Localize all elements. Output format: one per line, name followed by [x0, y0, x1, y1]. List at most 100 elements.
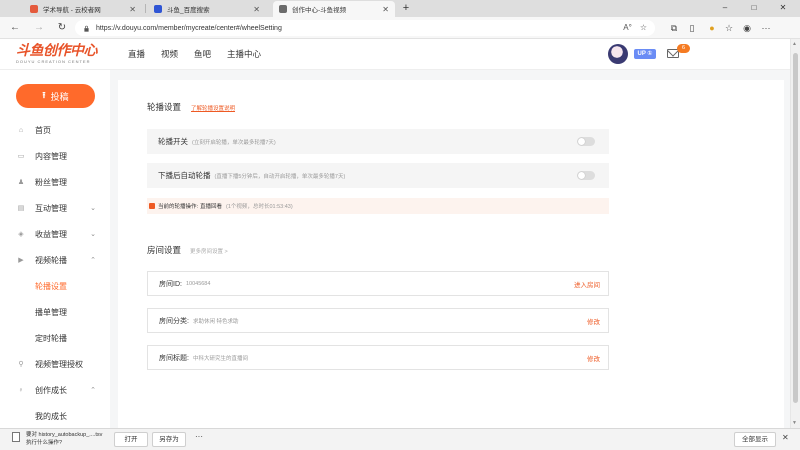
favorite-star-icon[interactable]: ☆: [640, 23, 647, 32]
edit-category-link[interactable]: 修改: [587, 316, 600, 326]
collections-icon[interactable]: ⧉: [668, 22, 680, 34]
sidebar-item[interactable]: ▤ 互动管理 ⌄: [0, 195, 110, 221]
auto-carousel-toggle[interactable]: [577, 171, 595, 180]
favorites-icon[interactable]: ☆: [723, 22, 735, 34]
sidebar-item[interactable]: ◈ 收益管理 ⌄: [0, 221, 110, 247]
browser-tab-3-active[interactable]: 创作中心-斗鱼视频 ✕: [273, 1, 395, 17]
scroll-thumb[interactable]: [793, 53, 798, 403]
sidebar-item[interactable]: ♟ 粉丝管理: [0, 169, 110, 195]
sidebar-item[interactable]: ▶ 视频轮播 ⌃: [0, 247, 110, 273]
maximize-button[interactable]: □: [744, 1, 764, 15]
show-all-downloads-button[interactable]: 全部显示: [734, 432, 776, 447]
sidebar-item-label: 互动管理: [35, 203, 67, 213]
refresh-icon[interactable]: ↻: [55, 21, 69, 35]
sidebar-item-label: 创作成长: [35, 385, 67, 395]
sidebar-item-label: 视频管理授权: [35, 359, 83, 369]
main-panel: 轮播设置 了解轮播设置说明 轮播开关 (立刻开启轮播，单次最多轮播7天) 下播后…: [118, 80, 784, 428]
carousel-switch-toggle[interactable]: [577, 137, 595, 146]
carousel-switch-label: 轮播开关: [158, 137, 188, 146]
read-aloud-icon[interactable]: A°: [623, 23, 632, 32]
tab-divider: [145, 4, 146, 13]
close-download-bar-icon[interactable]: ✕: [782, 433, 789, 442]
sidebar-item-label: 收益管理: [35, 229, 67, 239]
close-window-button[interactable]: ✕: [773, 1, 793, 15]
notice-text: 当前的轮播操作:: [158, 204, 199, 210]
tab-label: 学术导航 - 云校者网: [43, 7, 101, 14]
post-button-label: 投稿: [50, 91, 69, 102]
up-level-badge: UP ①: [634, 49, 656, 59]
tab-close-icon[interactable]: ✕: [382, 5, 389, 14]
profile-icon[interactable]: ◉: [741, 22, 753, 34]
post-button[interactable]: ⭱ 投稿: [16, 84, 95, 108]
chevron-icon[interactable]: ⌄: [90, 230, 96, 238]
sidebar-item-label: 播单管理: [35, 307, 67, 317]
back-arrow-icon[interactable]: ←: [8, 21, 22, 35]
scroll-up-arrow-icon[interactable]: ▲: [792, 41, 797, 47]
new-tab-button[interactable]: +: [399, 1, 413, 15]
logo-text: 斗鱼创作中心: [16, 42, 98, 58]
chevron-icon[interactable]: ⌃: [90, 386, 96, 394]
sidebar-item[interactable]: 定时轮播: [0, 325, 110, 351]
sidebar-item[interactable]: ⌂ 首页: [0, 117, 110, 143]
page-scrollbar[interactable]: ▲ ▼: [790, 39, 800, 428]
download-question: 执行什么操作?: [26, 440, 63, 446]
scroll-down-arrow-icon[interactable]: ▼: [792, 420, 797, 426]
browser-tab-2[interactable]: 斗鱼_百度搜索 ✕: [148, 1, 266, 17]
forward-arrow-icon[interactable]: →: [32, 21, 46, 35]
sidebar: ⭱ 投稿 ⌂ 首页 ▭ 内容管理 ♟ 粉丝管理 ▤ 互动管理 ⌄ ◈ 收益管理 ⌄ ▶ 视频轮播 ⌃ 轮播设置…: [0, 70, 110, 428]
sidebar-item-label: 定时轮播: [35, 333, 67, 343]
tab-favicon: [279, 5, 287, 13]
chevron-icon[interactable]: ⌄: [90, 204, 96, 212]
edit-title-link[interactable]: 修改: [587, 353, 600, 363]
notice-playlist-link[interactable]: 直播回看: [200, 202, 222, 210]
save-as-button[interactable]: 另存为: [152, 432, 186, 447]
carousel-switch-hint: (立刻开启轮播，单次最多轮播7天): [192, 139, 276, 146]
nav-fishbar[interactable]: 鱼吧: [194, 48, 211, 60]
extension-icon[interactable]: ●: [706, 22, 718, 34]
sidebar-item-label: 首页: [35, 125, 51, 135]
avatar[interactable]: [608, 44, 628, 64]
tab-favicon: [154, 5, 162, 13]
sidebar-item[interactable]: ⚲ 视频管理授权: [0, 351, 110, 377]
url-text: https://v.douyu.com/member/mycreate/cent…: [96, 24, 282, 32]
sidebar-item-label: 内容管理: [35, 151, 67, 161]
tab-close-icon[interactable]: ✕: [129, 5, 136, 14]
sidebar-item-label: 粉丝管理: [35, 177, 67, 187]
nav-streamer-center[interactable]: 主播中心: [227, 48, 261, 60]
browser-tab-1[interactable]: 学术导航 - 云校者网 ✕: [24, 1, 142, 17]
room-id-value: 10045684: [185, 280, 211, 287]
carousel-settings-title: 轮播设置: [147, 102, 182, 112]
sidebar-item[interactable]: 我的成长: [0, 403, 110, 428]
play-icon: [149, 203, 155, 209]
interaction-icon: ▤: [17, 205, 25, 212]
nav-live[interactable]: 直播: [128, 48, 145, 60]
sidebar-item[interactable]: ♀ 创作成长 ⌃: [0, 377, 110, 403]
split-screen-icon[interactable]: ▯: [686, 22, 698, 34]
mail-count-badge: 6: [677, 44, 690, 53]
douyu-logo[interactable]: 斗鱼创作中心 DOUYU CREATION CENTER: [16, 42, 116, 66]
sidebar-item-label: 我的成长: [35, 411, 67, 421]
download-more-icon[interactable]: ···: [195, 432, 203, 441]
auto-carousel-label: 下播后自动轮播: [158, 171, 211, 180]
nav-video[interactable]: 视频: [161, 48, 178, 60]
tab-close-icon[interactable]: ✕: [253, 5, 260, 14]
address-bar[interactable]: https://v.douyu.com/member/mycreate/cent…: [75, 20, 655, 36]
upload-icon: ⭱: [42, 90, 46, 100]
revenue-icon: ◈: [18, 231, 24, 238]
room-id-row: 房间ID: 10045684 进入房间: [147, 271, 609, 296]
sidebar-item-label: 轮播设置: [35, 281, 67, 291]
sidebar-item[interactable]: 播单管理: [0, 299, 110, 325]
more-menu-icon[interactable]: ···: [760, 22, 772, 34]
browser-toolbar: ← → ↻ https://v.douyu.com/member/mycreat…: [0, 17, 800, 39]
chevron-icon[interactable]: ⌃: [90, 256, 96, 264]
enter-room-link[interactable]: 进入房间: [574, 279, 600, 289]
authorization-icon: ⚲: [18, 361, 24, 368]
open-button[interactable]: 打开: [114, 432, 148, 447]
room-category-label: 房间分类:: [159, 317, 189, 325]
more-room-settings-link[interactable]: 更多房间设置 >: [190, 247, 228, 255]
carousel-help-link[interactable]: 了解轮播设置说明: [191, 104, 235, 112]
download-filename: 要对 history_autobackup_....tsv: [26, 432, 103, 438]
sidebar-item[interactable]: ▭ 内容管理: [0, 143, 110, 169]
minimize-button[interactable]: –: [715, 1, 735, 15]
sidebar-item[interactable]: 轮播设置: [0, 273, 110, 299]
